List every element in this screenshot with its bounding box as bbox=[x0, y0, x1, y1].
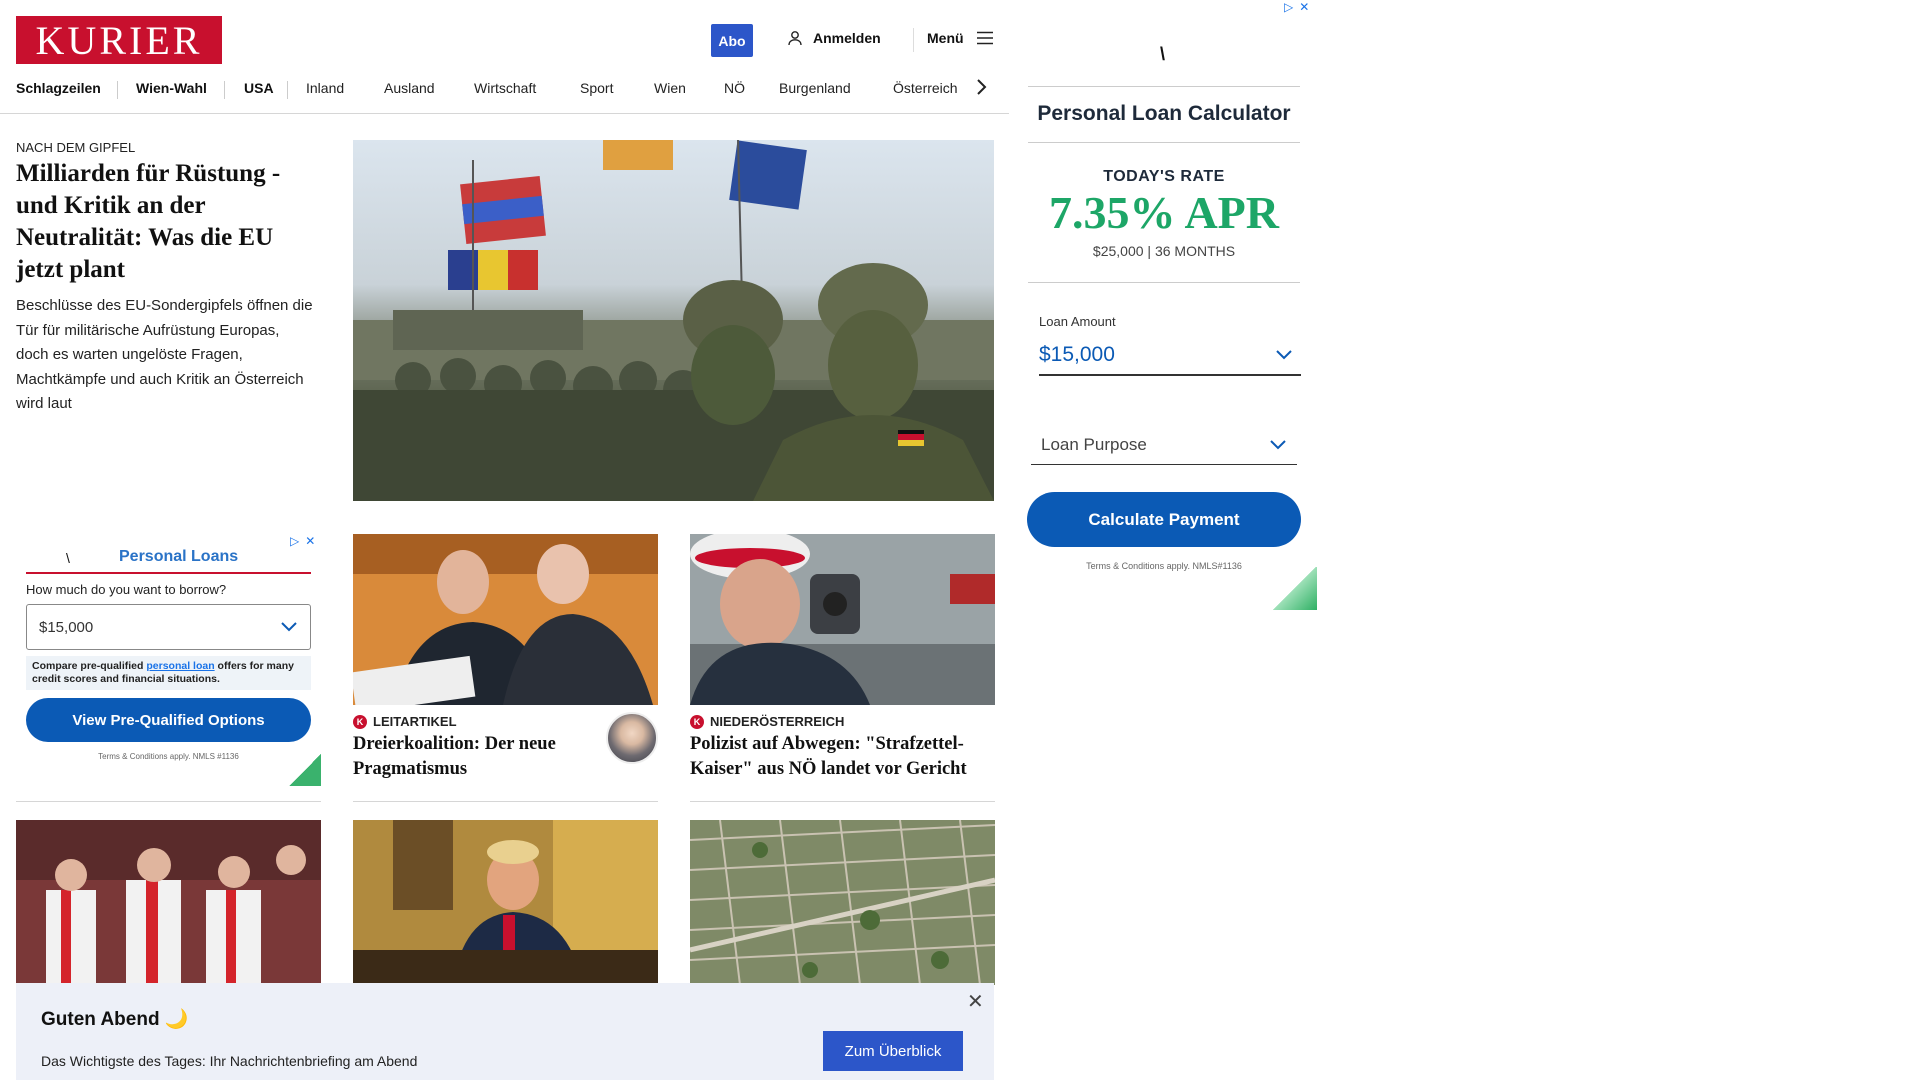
ad-question: How much do you want to borrow? bbox=[26, 582, 227, 597]
ad-choices[interactable]: ▷ ✕ bbox=[1284, 0, 1309, 14]
ad-fine-print: Terms & Conditions apply. NMLS#1136 bbox=[1086, 561, 1242, 571]
card-headline-polizist[interactable]: Polizist auf Abwegen: "Strafzettel-Kaise… bbox=[690, 732, 1000, 782]
chevron-right-icon[interactable] bbox=[974, 76, 988, 98]
view-options-button[interactable]: View Pre-Qualified Options bbox=[26, 698, 311, 742]
kurier-k-icon: K bbox=[690, 714, 704, 729]
zum-ueberblick-button[interactable]: Zum Überblick bbox=[823, 1031, 963, 1071]
lead-photo-soldiers[interactable] bbox=[353, 140, 994, 501]
nav-item-wien[interactable]: Wien bbox=[654, 80, 686, 96]
adchoices-icon[interactable]: ▷ bbox=[290, 534, 299, 548]
nav-divider bbox=[287, 81, 288, 99]
card-photo-police[interactable] bbox=[690, 534, 995, 705]
ad-personal-loans[interactable]: ▷ ✕ \ Personal Loans How much do you wan… bbox=[16, 530, 321, 786]
nav-item-wirtschaft[interactable]: Wirtschaft bbox=[474, 80, 536, 96]
ad-corner-decoration bbox=[1272, 567, 1317, 610]
chevron-down-icon bbox=[280, 621, 298, 633]
author-avatar bbox=[606, 712, 658, 764]
kurier-logo[interactable]: KURIER bbox=[16, 16, 222, 64]
calculator-title: Personal Loan Calculator bbox=[1037, 102, 1291, 125]
login-button[interactable]: Anmelden bbox=[787, 30, 881, 46]
rate-terms: $25,000 | 36 MONTHS bbox=[1092, 243, 1236, 259]
ad-divider bbox=[26, 572, 311, 574]
card-kicker-label: NIEDERÖSTERREICH bbox=[710, 714, 845, 729]
loan-purpose-select[interactable]: Loan Purpose bbox=[1031, 425, 1297, 465]
close-icon[interactable]: ✕ bbox=[967, 989, 984, 1014]
ad-corner-decoration bbox=[289, 754, 321, 786]
hamburger-icon bbox=[976, 31, 994, 45]
nav-item-usa[interactable]: USA bbox=[244, 80, 274, 96]
personal-loan-link[interactable]: personal loan bbox=[146, 660, 214, 672]
adchoices-icon[interactable]: ▷ bbox=[1284, 0, 1293, 14]
chevron-down-icon bbox=[1275, 349, 1293, 361]
rate-value: 7.35% APR bbox=[1049, 187, 1279, 238]
nav-item-wien-wahl[interactable]: Wien-Wahl bbox=[136, 80, 207, 96]
user-icon bbox=[787, 30, 803, 46]
menu-label: Menü bbox=[927, 30, 964, 46]
nav-divider bbox=[224, 81, 225, 99]
ad-divider bbox=[1028, 86, 1300, 87]
loan-amount-label: Loan Amount bbox=[1039, 314, 1116, 329]
ad-logo-mark: \ bbox=[66, 550, 70, 566]
kurier-k-icon: K bbox=[353, 714, 367, 729]
borrow-amount-select[interactable]: $15,000 bbox=[26, 604, 311, 650]
nav-item-ausland[interactable]: Ausland bbox=[384, 80, 435, 96]
card-divider bbox=[16, 801, 321, 802]
card-kicker-niederoesterreich: K NIEDERÖSTERREICH bbox=[690, 714, 844, 729]
lead-headline[interactable]: Milliarden für Rüstung - und Kritik an d… bbox=[16, 158, 316, 286]
card-divider bbox=[690, 801, 995, 802]
card-divider bbox=[353, 801, 658, 802]
ad-terms: Terms & Conditions apply. NMLS #1136 bbox=[98, 752, 239, 761]
card-kicker-label: LEITARTIKEL bbox=[373, 714, 457, 729]
calculate-payment-button[interactable]: Calculate Payment bbox=[1027, 492, 1301, 547]
loan-purpose-placeholder: Loan Purpose bbox=[1041, 434, 1147, 454]
evening-briefing-banner: Guten Abend 🌙 Das Wichtigste des Tages: … bbox=[16, 983, 994, 1080]
banner-title: Guten Abend 🌙 bbox=[41, 1009, 189, 1030]
close-icon[interactable]: ✕ bbox=[1299, 0, 1309, 14]
banner-subtitle: Das Wichtigste des Tages: Ihr Nachrichte… bbox=[41, 1053, 418, 1069]
ad-logo-mark: \ bbox=[1160, 44, 1166, 64]
close-icon[interactable]: ✕ bbox=[305, 534, 315, 548]
nav-item-burgenland[interactable]: Burgenland bbox=[779, 80, 851, 96]
nav-item-oesterreich[interactable]: Österreich bbox=[893, 80, 958, 96]
menu-button[interactable]: Menü bbox=[927, 30, 994, 46]
loan-amount-select[interactable]: $15,000 bbox=[1039, 336, 1301, 376]
section-nav: Schlagzeilen Wien-Wahl USA Inland Auslan… bbox=[0, 76, 1009, 114]
lead-kicker: NACH DEM GIPFEL bbox=[16, 140, 136, 155]
ad-divider bbox=[1028, 142, 1300, 143]
nav-item-inland[interactable]: Inland bbox=[306, 80, 344, 96]
card-kicker-leitartikel: K LEITARTIKEL bbox=[353, 714, 457, 729]
card-photo-politicians[interactable] bbox=[353, 534, 658, 705]
nav-divider bbox=[117, 81, 118, 99]
ad-note-text: Compare pre-qualified bbox=[32, 660, 147, 672]
ad-note: Compare pre-qualified personal loan offe… bbox=[26, 656, 311, 690]
rate-label: TODAY'S RATE bbox=[1103, 168, 1225, 185]
ad-title: Personal Loans bbox=[119, 548, 239, 565]
login-label: Anmelden bbox=[813, 30, 881, 46]
card-photo-trump[interactable] bbox=[353, 820, 658, 985]
card-photo-aerial-city[interactable] bbox=[690, 820, 995, 985]
chevron-down-icon bbox=[1269, 439, 1287, 451]
lead-teaser: Beschlüsse des EU-Sondergipfels öffnen d… bbox=[16, 297, 313, 412]
header-divider bbox=[913, 28, 914, 52]
ad-loan-calculator[interactable]: ▷ ✕ \ Personal Loan Calculator TODAY'S R… bbox=[1027, 0, 1317, 610]
abo-button[interactable]: Abo bbox=[711, 24, 753, 57]
ad-divider bbox=[1028, 282, 1300, 283]
nav-item-schlagzeilen[interactable]: Schlagzeilen bbox=[16, 80, 101, 96]
card-headline-dreierkoalition[interactable]: Dreierkoalition: Der neue Pragmatismus bbox=[353, 732, 593, 782]
loan-amount-value: $15,000 bbox=[1039, 343, 1115, 366]
ad-choices[interactable]: ▷ ✕ bbox=[290, 534, 315, 548]
card-photo-football[interactable] bbox=[16, 820, 321, 985]
nav-item-sport[interactable]: Sport bbox=[580, 80, 613, 96]
nav-item-noe[interactable]: NÖ bbox=[724, 80, 745, 96]
borrow-amount-value: $15,000 bbox=[39, 618, 94, 636]
